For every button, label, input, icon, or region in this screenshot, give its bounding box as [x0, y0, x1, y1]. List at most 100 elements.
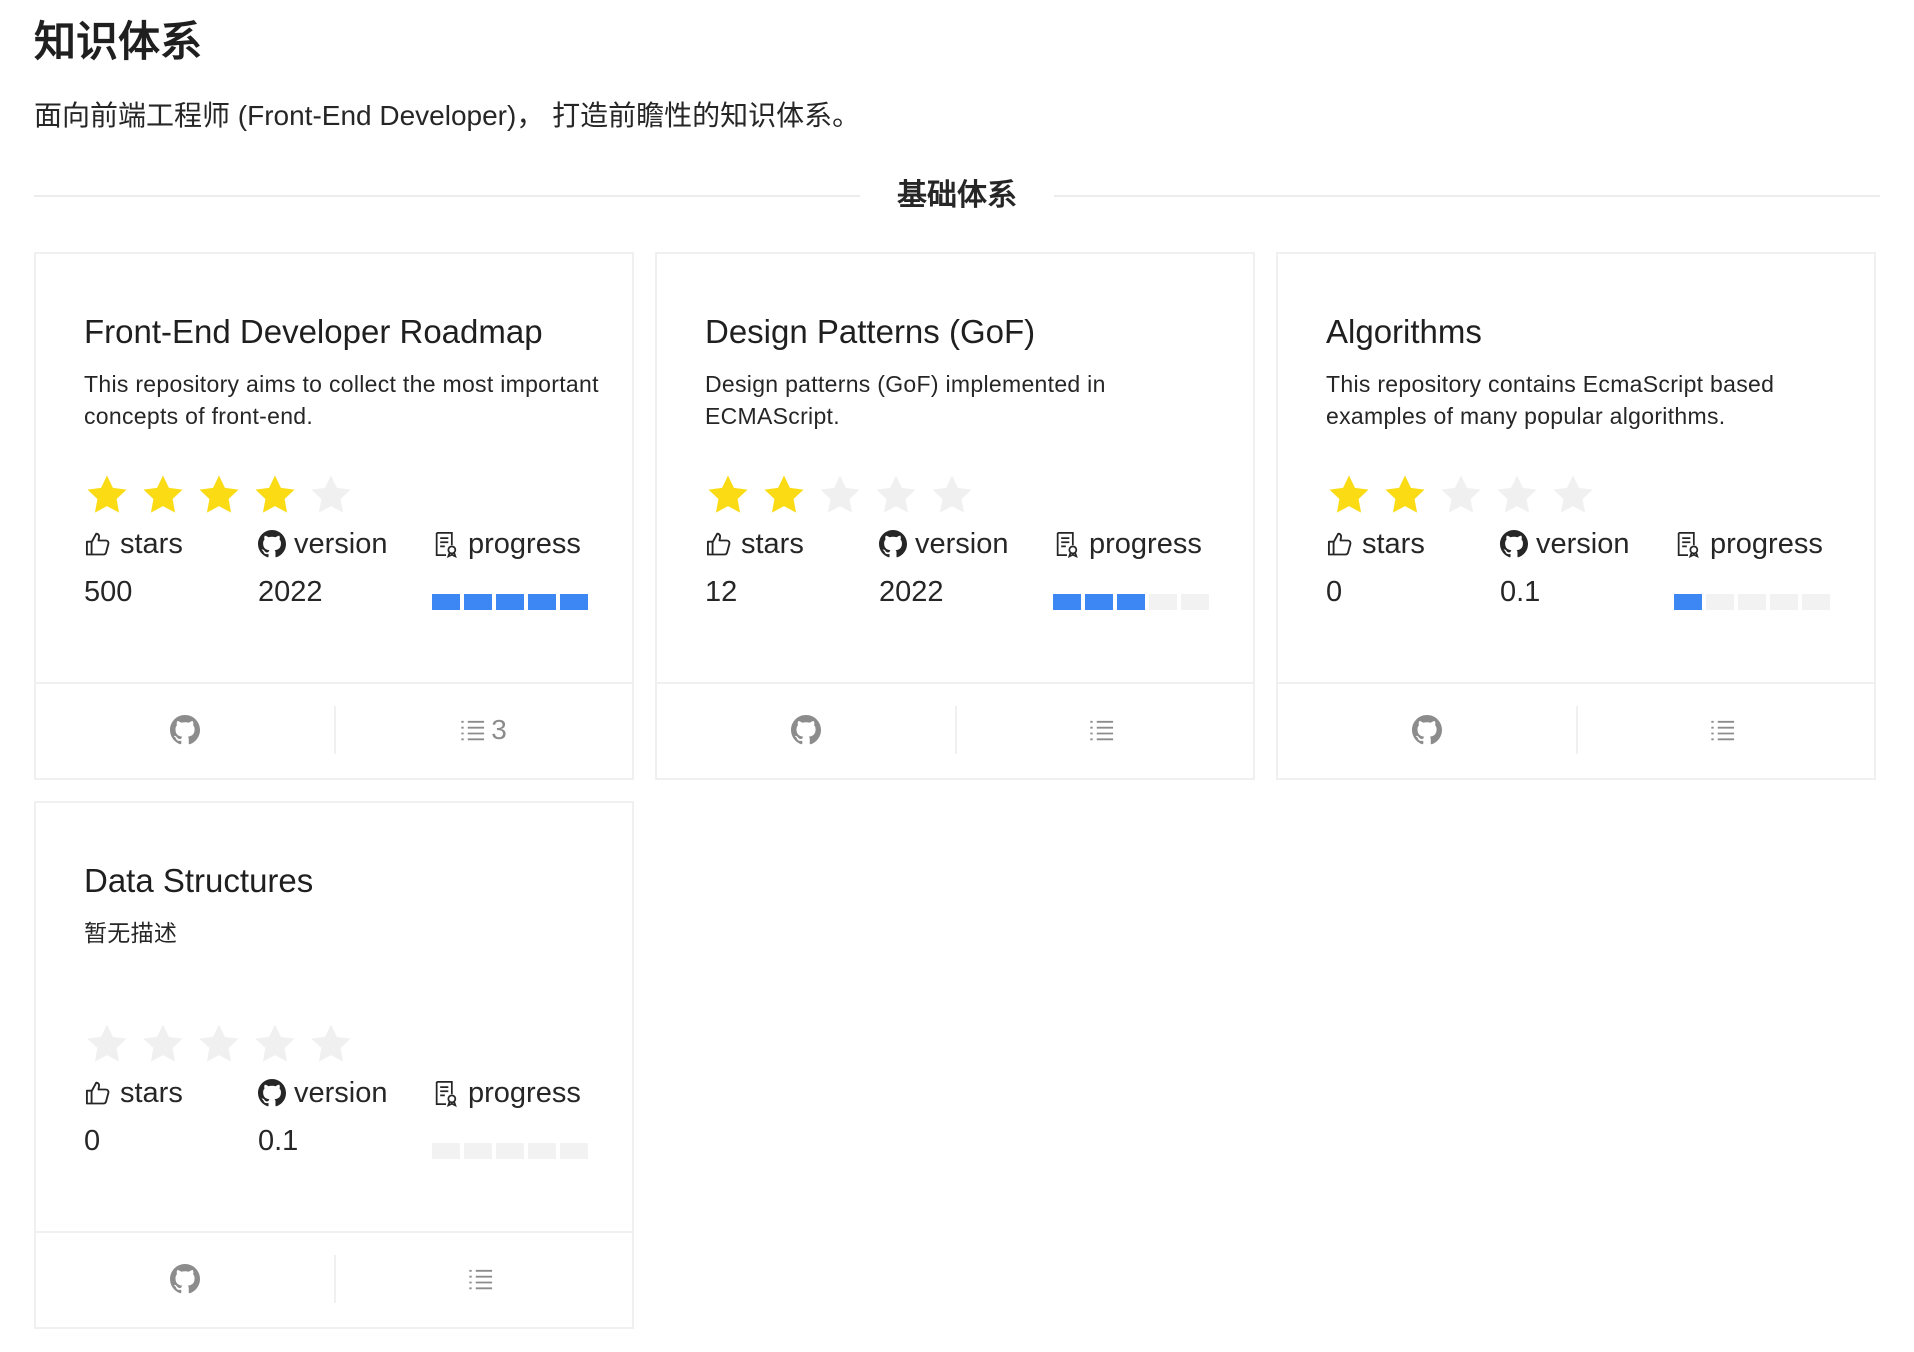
stat-version-label: version [294, 1077, 388, 1109]
list-button[interactable] [1576, 684, 1874, 776]
progress-bar [1053, 594, 1213, 610]
like-icon [705, 530, 741, 558]
star-icon-empty[interactable] [1438, 472, 1484, 518]
progress-segment [432, 1143, 460, 1159]
stat-version: version 2022 [258, 524, 388, 608]
progress-segment [560, 594, 588, 610]
stat-stars-header: stars [84, 1073, 183, 1113]
github-link-button[interactable] [36, 684, 334, 776]
progress-segment [1738, 594, 1766, 610]
stat-version-label: version [294, 528, 388, 560]
list-icon [1709, 716, 1737, 744]
document-icon [1053, 530, 1089, 558]
github-icon [1412, 715, 1442, 745]
card-description: Design patterns (GoF) implemented in ECM… [705, 371, 1106, 429]
stat-progress-header: progress [1053, 524, 1202, 564]
github-icon [258, 1079, 294, 1107]
page: 知识体系 面向前端工程师 (Front-End Developer)， 打造前瞻… [0, 0, 1914, 1352]
repo-card: Front-End Developer Roadmap This reposito… [34, 252, 634, 780]
stat-progress-header: progress [432, 1073, 581, 1113]
repo-card: Design Patterns (GoF) Design patterns (Go… [655, 252, 1255, 780]
card-body: Design Patterns (GoF) Design patterns (Go… [705, 254, 1213, 686]
github-icon [879, 530, 915, 558]
stat-version: version 0.1 [258, 1073, 388, 1157]
card-title: Design Patterns (GoF) [705, 313, 1036, 350]
stat-version-header: version [1500, 524, 1630, 564]
progress-segment [496, 594, 524, 610]
star-icon-filled[interactable] [252, 472, 298, 518]
card-actions [36, 1231, 632, 1327]
stat-stars-value: 0 [1326, 576, 1343, 608]
star-icon-filled[interactable] [1382, 472, 1428, 518]
stat-progress: progress [1053, 524, 1202, 564]
stat-stars: stars 500 [84, 524, 183, 608]
divider-line-right [1054, 195, 1880, 197]
star-icon-filled[interactable] [761, 472, 807, 518]
star-icon-empty[interactable] [873, 472, 919, 518]
stat-progress: progress [1674, 524, 1823, 564]
card-description: 暂无描述 [84, 920, 178, 946]
progress-segment [1770, 594, 1798, 610]
stat-version-header: version [258, 524, 388, 564]
stat-stars-label: stars [120, 528, 183, 560]
star-icon-filled[interactable] [140, 472, 186, 518]
card-description: This repository contains EcmaScript base… [1326, 371, 1775, 429]
stat-stars-value: 12 [705, 576, 738, 608]
github-link-button[interactable] [1278, 684, 1576, 776]
star-icon-empty[interactable] [929, 472, 975, 518]
star-icon-filled[interactable] [705, 472, 751, 518]
stat-stars: stars 12 [705, 524, 804, 608]
document-icon [432, 530, 468, 558]
progress-segment [1802, 594, 1830, 610]
stat-version-value: 2022 [879, 576, 944, 608]
star-icon-empty[interactable] [84, 1021, 130, 1067]
list-button[interactable] [334, 1233, 632, 1325]
github-link-button[interactable] [36, 1233, 334, 1325]
stat-stars: stars 0 [1326, 524, 1425, 608]
progress-bar [1674, 594, 1834, 610]
star-icon-empty[interactable] [252, 1021, 298, 1067]
stat-progress-label: progress [1089, 528, 1202, 560]
section-divider: 基础体系 [34, 176, 1880, 216]
github-link-button[interactable] [657, 684, 955, 776]
progress-bar [432, 1143, 592, 1159]
page-description: 面向前端工程师 (Front-End Developer)， 打造前瞻性的知识体… [34, 100, 861, 131]
card-actions [657, 682, 1253, 778]
stat-stars-header: stars [1326, 524, 1425, 564]
star-icon-empty[interactable] [817, 472, 863, 518]
progress-segment [1181, 594, 1209, 610]
star-icon-empty[interactable] [308, 1021, 354, 1067]
star-icon-empty[interactable] [140, 1021, 186, 1067]
star-icon-filled[interactable] [84, 472, 130, 518]
stat-progress-header: progress [1674, 524, 1823, 564]
star-icon-empty[interactable] [308, 472, 354, 518]
star-icon-filled[interactable] [196, 472, 242, 518]
list-button[interactable] [955, 684, 1253, 776]
card-title: Algorithms [1326, 313, 1482, 350]
github-icon [1500, 530, 1536, 558]
progress-segment [464, 594, 492, 610]
progress-segment [1149, 594, 1177, 610]
stat-version: version 2022 [879, 524, 1009, 608]
stat-version-label: version [1536, 528, 1630, 560]
stat-progress-label: progress [468, 528, 581, 560]
repo-card: Data Structures 暂无描述 stars 0 version 0.1 progr… [34, 801, 634, 1329]
progress-segment [464, 1143, 492, 1159]
github-icon [791, 715, 821, 745]
like-icon [1326, 530, 1362, 558]
card-body: Data Structures 暂无描述 stars 0 version 0.1 progr… [84, 803, 592, 1235]
github-icon [170, 715, 200, 745]
card-actions [1278, 682, 1874, 778]
star-icon-filled[interactable] [1326, 472, 1372, 518]
divider-line-left [34, 195, 860, 197]
star-icon-empty[interactable] [196, 1021, 242, 1067]
like-icon [84, 530, 120, 558]
star-icon-empty[interactable] [1494, 472, 1540, 518]
progress-segment [1706, 594, 1734, 610]
repo-card: Algorithms This repository contains EcmaS… [1276, 252, 1876, 780]
star-icon-empty[interactable] [1550, 472, 1596, 518]
stat-version-label: version [915, 528, 1009, 560]
list-button[interactable]: 3 [334, 684, 632, 776]
card-actions: 3 [36, 682, 632, 778]
progress-segment [432, 594, 460, 610]
